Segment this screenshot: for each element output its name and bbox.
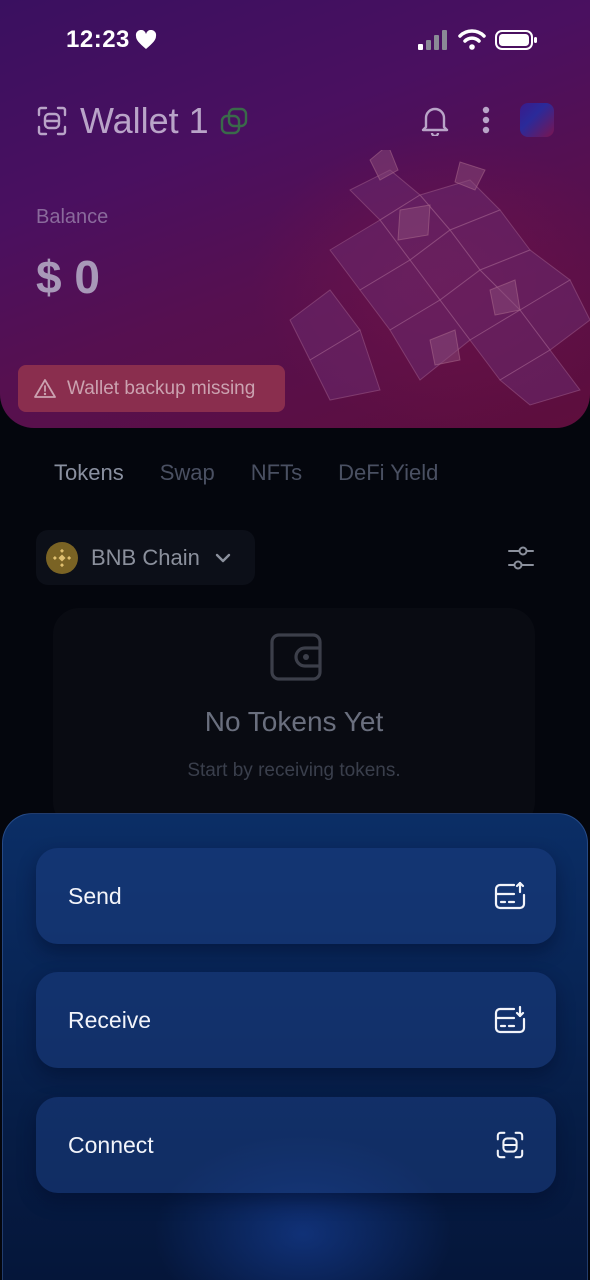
send-icon (494, 881, 526, 910)
tab-nfts[interactable]: NFTs (251, 460, 302, 486)
chevron-down-icon (215, 553, 231, 562)
chain-label: BNB Chain (91, 544, 200, 570)
receive-label: Receive (68, 1006, 152, 1033)
balance-label: Balance (36, 206, 109, 228)
filter-settings-icon[interactable] (507, 543, 535, 573)
status-bar: 12:23 (0, 22, 590, 58)
wallet-name[interactable]: Wallet 1 (80, 100, 209, 142)
empty-state-title: No Tokens Yet (204, 706, 384, 737)
wifi-icon (458, 29, 486, 50)
scan-icon[interactable] (36, 105, 68, 137)
balance-value: $ 0 (36, 251, 100, 303)
heart-icon (135, 30, 157, 49)
connect-icon (496, 1131, 524, 1159)
more-vertical-icon[interactable] (474, 104, 498, 136)
battery-icon (495, 30, 537, 50)
wallet-screen: 12:23 Wallet 1 Balance $ 0 Wallet backup… (0, 0, 590, 1280)
backup-alert-text: Wallet backup missing (67, 377, 256, 399)
connect-label: Connect (68, 1131, 154, 1158)
status-time: 12:23 (66, 26, 130, 53)
avatar[interactable] (520, 103, 554, 137)
asset-tabs: Tokens Swap NFTs DeFi Yield (54, 460, 474, 486)
receive-button[interactable]: Receive (36, 972, 556, 1068)
connect-button[interactable]: Connect (36, 1097, 556, 1193)
send-label: Send (68, 882, 122, 909)
empty-state-subtitle: Start by receiving tokens. (187, 760, 401, 781)
empty-tokens-card: No Tokens Yet Start by receiving tokens. (53, 608, 535, 828)
backup-alert-button[interactable]: Wallet backup missing (18, 365, 285, 412)
bnb-logo-icon (52, 548, 72, 567)
send-button[interactable]: Send (36, 848, 556, 944)
warning-icon (34, 378, 56, 398)
wallet-title-row[interactable]: Wallet 1 (36, 98, 249, 144)
wallet-icon (270, 633, 322, 681)
tab-defi-yield[interactable]: DeFi Yield (338, 460, 438, 486)
wallet-header-card: 12:23 Wallet 1 Balance $ 0 Wallet backup… (0, 0, 590, 428)
receive-icon (494, 1005, 526, 1034)
action-sheet: Send Receive Connect (2, 813, 588, 1280)
chain-selector[interactable]: BNB Chain (36, 530, 255, 585)
tab-swap[interactable]: Swap (160, 460, 215, 486)
bull-illustration (289, 150, 590, 406)
bnb-icon (46, 541, 78, 574)
bell-icon[interactable] (421, 104, 449, 136)
tab-tokens[interactable]: Tokens (54, 460, 124, 486)
cellular-signal-icon (418, 30, 447, 50)
copy-icon[interactable] (219, 106, 249, 136)
